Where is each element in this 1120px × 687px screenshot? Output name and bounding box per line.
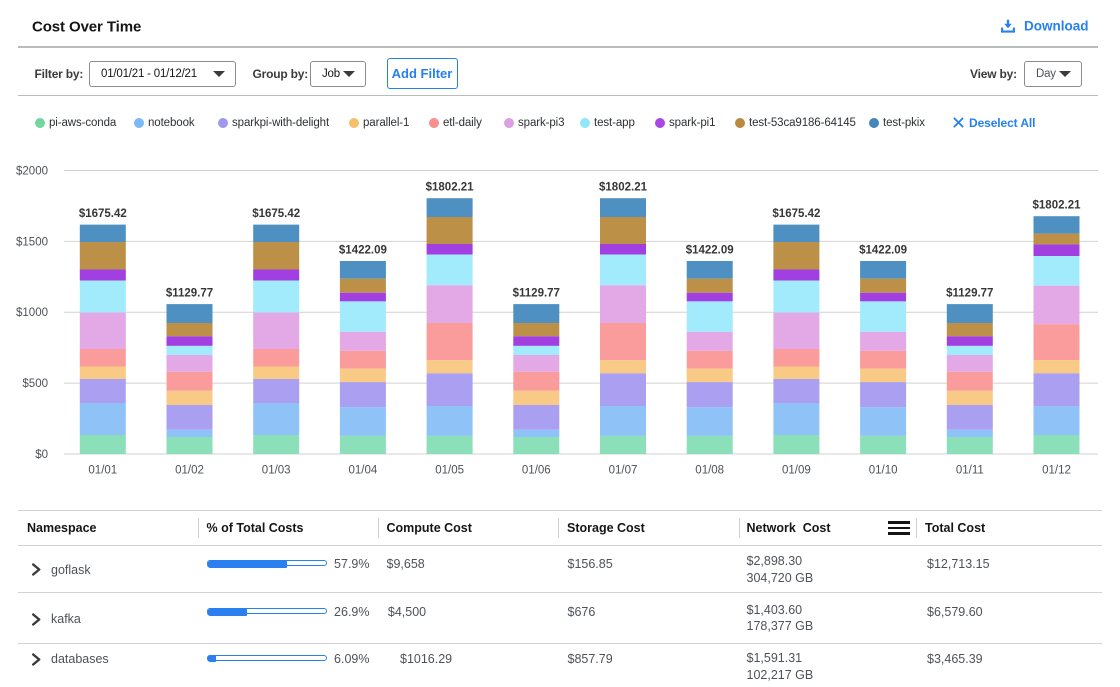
svg-text:01/12: 01/12 bbox=[1042, 465, 1071, 477]
svg-text:01/01: 01/01 bbox=[88, 465, 117, 477]
svg-text:$2000: $2000 bbox=[16, 166, 48, 178]
svg-text:01/06: 01/06 bbox=[522, 465, 551, 477]
svg-text:$500: $500 bbox=[22, 378, 48, 390]
svg-text:$1802.21: $1802.21 bbox=[1033, 200, 1082, 212]
svg-text:$1129.77: $1129.77 bbox=[166, 288, 213, 300]
svg-text:01/08: 01/08 bbox=[695, 465, 724, 477]
svg-text:$1129.77: $1129.77 bbox=[946, 288, 993, 300]
svg-text:$1422.09: $1422.09 bbox=[686, 245, 734, 257]
svg-text:01/05: 01/05 bbox=[435, 465, 464, 477]
svg-text:$1802.21: $1802.21 bbox=[599, 182, 648, 194]
svg-text:01/10: 01/10 bbox=[869, 465, 898, 477]
svg-text:$1129.77: $1129.77 bbox=[513, 288, 560, 300]
svg-text:$1675.42: $1675.42 bbox=[79, 208, 127, 220]
svg-text:$1422.09: $1422.09 bbox=[339, 245, 387, 257]
svg-text:01/04: 01/04 bbox=[349, 465, 378, 477]
svg-text:01/02: 01/02 bbox=[175, 465, 204, 477]
svg-text:01/11: 01/11 bbox=[956, 465, 984, 477]
svg-text:01/09: 01/09 bbox=[782, 465, 811, 477]
svg-text:$1000: $1000 bbox=[16, 307, 48, 319]
svg-text:$1500: $1500 bbox=[16, 236, 48, 248]
svg-text:$0: $0 bbox=[35, 449, 48, 461]
svg-text:$1422.09: $1422.09 bbox=[859, 245, 907, 257]
svg-text:$1802.21: $1802.21 bbox=[426, 182, 475, 194]
svg-text:01/03: 01/03 bbox=[262, 465, 291, 477]
svg-text:$1675.42: $1675.42 bbox=[772, 208, 820, 220]
svg-text:$1675.42: $1675.42 bbox=[252, 208, 300, 220]
svg-text:01/07: 01/07 bbox=[609, 465, 638, 477]
